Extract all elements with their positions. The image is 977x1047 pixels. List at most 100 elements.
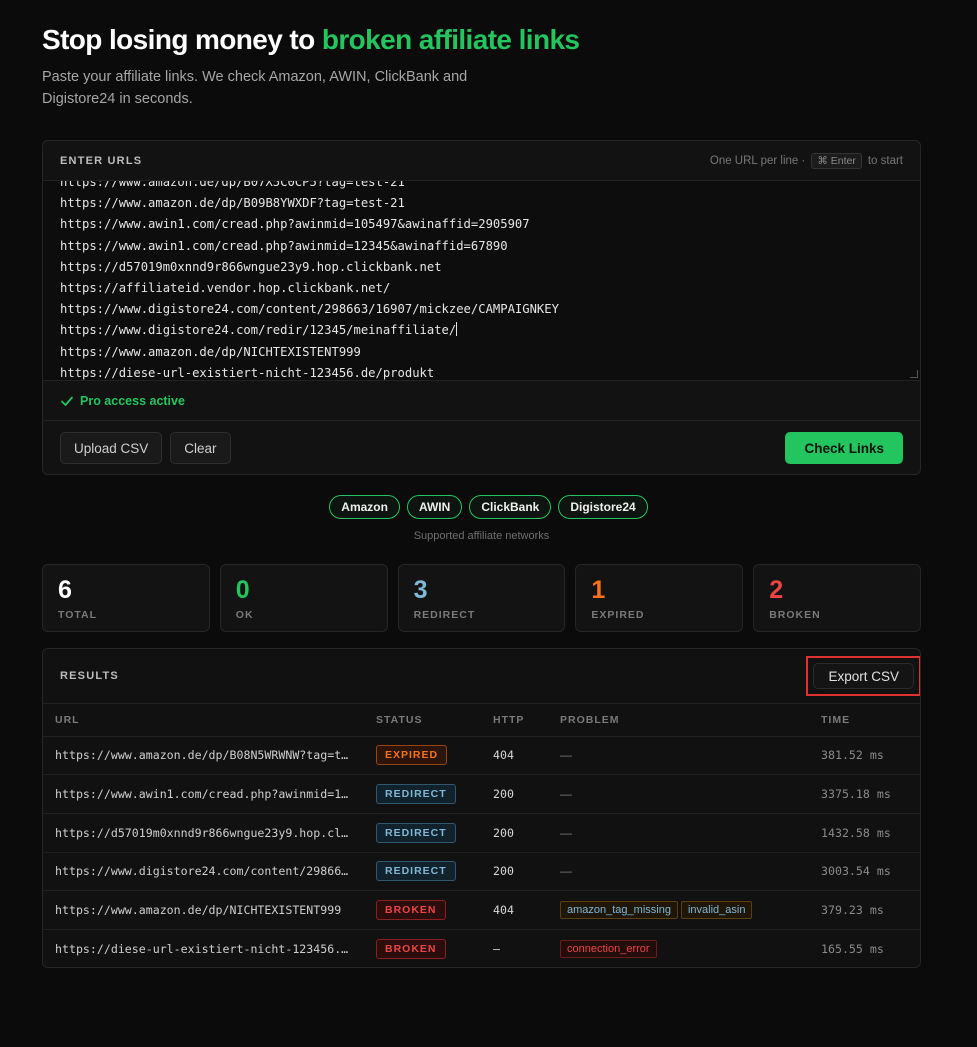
clear-button[interactable]: Clear bbox=[170, 432, 231, 464]
table-row[interactable]: https://www.awin1.com/cread.php?awinmid=… bbox=[43, 774, 920, 814]
text-caret bbox=[456, 322, 458, 337]
cell-url: https://diese-url-existiert-nicht-123456… bbox=[55, 942, 349, 957]
problem-tag: connection_error bbox=[560, 940, 657, 959]
stat-label: OK bbox=[235, 609, 254, 621]
stat-card-ok: 0 OK bbox=[219, 564, 388, 632]
action-bar: Upload CSV Clear Check Links bbox=[43, 421, 920, 474]
status-badge: BROKEN bbox=[376, 900, 446, 921]
url-input-label: ENTER URLS bbox=[60, 154, 143, 167]
cell-status: BROKEN bbox=[364, 929, 481, 967]
cell-url: https://d57019m0xnnd9r866wngue23y9.hop.c… bbox=[43, 813, 364, 853]
table-row[interactable]: https://diese-url-existiert-nicht-123456… bbox=[43, 929, 920, 967]
problem-tag: invalid_asin bbox=[680, 901, 753, 920]
url-line-active: https://www.digistore24.com/redir/12345/… bbox=[60, 320, 559, 341]
column-header-problem: PROBLEM bbox=[548, 704, 809, 737]
results-table: URL STATUS HTTP PROBLEM TIME https://www… bbox=[43, 704, 920, 967]
table-row[interactable]: https://www.amazon.de/dp/NICHTEXISTENT99… bbox=[43, 890, 920, 930]
pro-status-text: Pro access active bbox=[80, 393, 185, 408]
url-input-header: ENTER URLS One URL per line · ⌘ Enter to… bbox=[43, 141, 920, 181]
status-badge: REDIRECT bbox=[376, 822, 456, 843]
stat-label: BROKEN bbox=[769, 609, 821, 621]
network-chip-clickbank: ClickBank bbox=[469, 495, 552, 519]
problem-empty: — bbox=[560, 825, 572, 840]
results-table-header: URL STATUS HTTP PROBLEM TIME bbox=[43, 704, 920, 737]
cell-url: https://www.amazon.de/dp/B08N5WRWNW?tag=… bbox=[43, 736, 364, 776]
stat-value: 6 bbox=[58, 576, 72, 604]
problem-empty: — bbox=[560, 748, 572, 763]
cell-http: — bbox=[493, 942, 500, 957]
results-header: RESULTS Export CSV bbox=[43, 649, 920, 704]
check-links-button[interactable]: Check Links bbox=[785, 432, 903, 464]
cell-url: https://www.digistore24.com/content/2986… bbox=[43, 852, 364, 892]
export-csv-button[interactable]: Export CSV bbox=[813, 663, 914, 689]
url-line: https://www.amazon.de/dp/B09B8YWXDF?tag=… bbox=[60, 196, 405, 211]
cell-status: REDIRECT bbox=[364, 813, 481, 853]
url-line: https://www.amazon.de/dp/B07X5C0CP5?tag=… bbox=[60, 181, 405, 189]
pro-status-row: Pro access active bbox=[43, 381, 920, 421]
export-highlight: Export CSV bbox=[806, 656, 920, 696]
hint-suffix: to start bbox=[867, 154, 903, 167]
page-title-prefix: Stop losing money to bbox=[42, 24, 322, 55]
stat-card-broken: 2 BROKEN bbox=[753, 564, 921, 632]
url-line: https://diese-url-existiert-nicht-123456… bbox=[60, 365, 435, 380]
url-line: https://www.awin1.com/cread.php?awinmid=… bbox=[60, 238, 508, 253]
url-line: https://affiliateid.vendor.hop.clickbank… bbox=[60, 281, 391, 296]
stat-label: TOTAL bbox=[58, 609, 98, 621]
cell-status: BROKEN bbox=[364, 890, 481, 930]
cell-time: 381.52 ms bbox=[809, 736, 920, 776]
network-chips: Amazon AWIN ClickBank Digistore24 bbox=[0, 495, 977, 519]
cell-http: 200 bbox=[481, 813, 548, 853]
status-badge: EXPIRED bbox=[376, 745, 448, 766]
url-textarea[interactable]: https://www.amazon.de/dp/B07X5C0CP5?tag=… bbox=[43, 181, 920, 381]
cell-url: https://www.awin1.com/cread.php?awinmid=… bbox=[43, 774, 364, 814]
cell-url: https://www.amazon.de/dp/NICHTEXISTENT99… bbox=[43, 890, 364, 930]
networks-caption: Supported affiliate networks bbox=[413, 530, 550, 542]
column-header-http: HTTP bbox=[481, 704, 548, 737]
url-line-text: https://www.digistore24.com/redir/12345/… bbox=[60, 323, 457, 338]
cell-problem: amazon_tag_missing invalid_asin bbox=[548, 890, 809, 930]
problem-tag: amazon_tag_missing bbox=[560, 901, 678, 920]
stat-value: 2 bbox=[769, 576, 784, 604]
keyboard-shortcut: ⌘ Enter bbox=[811, 152, 862, 169]
column-header-status: STATUS bbox=[364, 704, 481, 737]
stat-card-total: 6 TOTAL bbox=[42, 564, 210, 632]
status-badge: REDIRECT bbox=[376, 861, 456, 882]
cell-time: 379.23 ms bbox=[809, 890, 920, 930]
url-textarea-content[interactable]: https://www.amazon.de/dp/B07X5C0CP5?tag=… bbox=[60, 181, 559, 380]
cell-time: 165.55 ms bbox=[821, 942, 884, 957]
url-line: https://www.amazon.de/dp/NICHTEXISTENT99… bbox=[60, 344, 361, 359]
resize-handle[interactable] bbox=[910, 370, 918, 378]
url-line: https://d57019m0xnnd9r866wngue23y9.hop.c… bbox=[60, 259, 442, 274]
cell-status: REDIRECT bbox=[364, 774, 481, 814]
status-badge: REDIRECT bbox=[376, 784, 456, 805]
stat-value: 1 bbox=[591, 576, 606, 604]
upload-csv-button[interactable]: Upload CSV bbox=[60, 432, 163, 464]
cell-http: 200 bbox=[481, 852, 548, 892]
url-input-hint: One URL per line · ⌘ Enter to start bbox=[709, 152, 903, 169]
hint-text: One URL per line · bbox=[709, 154, 806, 167]
results-table-body: https://www.amazon.de/dp/B08N5WRWNW?tag=… bbox=[43, 736, 920, 967]
table-row[interactable]: https://www.amazon.de/dp/B08N5WRWNW?tag=… bbox=[43, 736, 920, 776]
url-input-card: ENTER URLS One URL per line · ⌘ Enter to… bbox=[42, 140, 921, 475]
page-title: Stop losing money to broken affiliate li… bbox=[42, 24, 580, 56]
cell-time: 1432.58 ms bbox=[809, 813, 920, 853]
stat-card-expired: 1 EXPIRED bbox=[575, 564, 744, 632]
stat-label: EXPIRED bbox=[591, 609, 645, 621]
problem-empty: — bbox=[560, 787, 572, 802]
url-line: https://www.awin1.com/cread.php?awinmid=… bbox=[60, 217, 530, 232]
stat-value: 3 bbox=[413, 576, 428, 604]
cell-problem: connection_error bbox=[548, 929, 809, 967]
check-icon bbox=[61, 396, 73, 406]
page-subtitle: Paste your affiliate links. We check Ama… bbox=[42, 69, 468, 107]
status-badge: BROKEN bbox=[376, 939, 446, 960]
stat-label: REDIRECT bbox=[413, 609, 476, 621]
cell-problem: — bbox=[548, 774, 809, 814]
cell-time: 3003.54 ms bbox=[809, 852, 920, 892]
table-row[interactable]: https://d57019m0xnnd9r866wngue23y9.hop.c… bbox=[43, 813, 920, 853]
url-line: https://www.digistore24.com/content/2986… bbox=[60, 302, 559, 317]
cell-http: 404 bbox=[481, 890, 548, 930]
table-row[interactable]: https://www.digistore24.com/content/2986… bbox=[43, 852, 920, 892]
cell-http: 404 bbox=[481, 736, 548, 776]
stat-value: 0 bbox=[235, 576, 250, 604]
column-header-url: URL bbox=[43, 704, 364, 737]
